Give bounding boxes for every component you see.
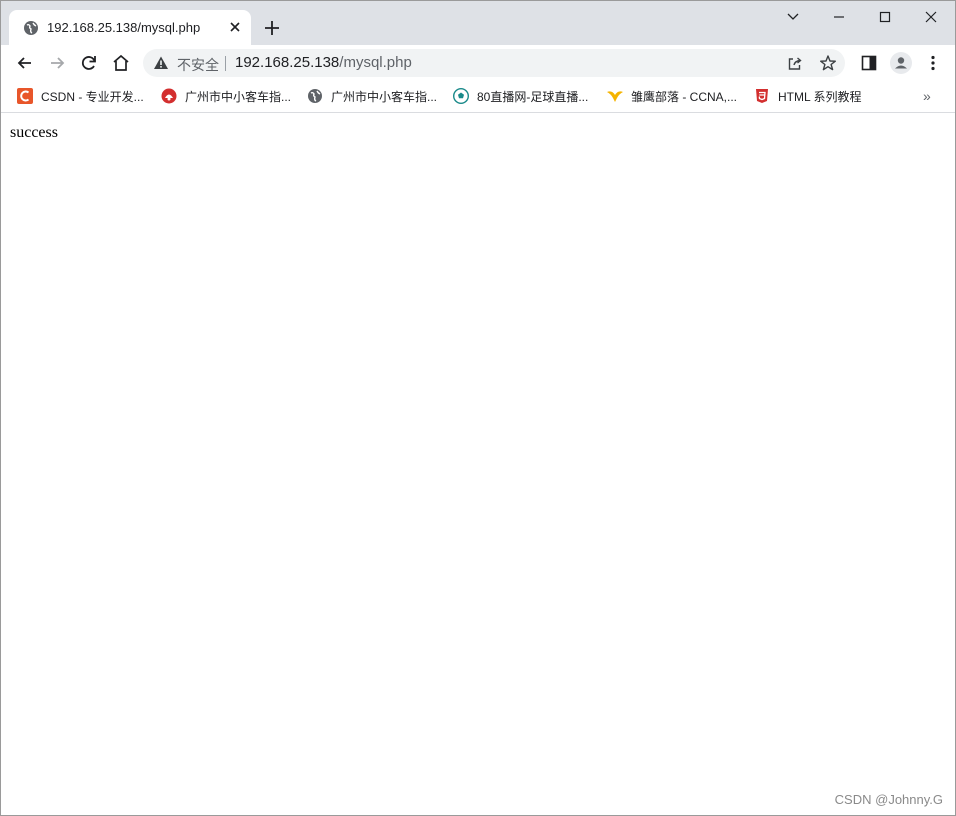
maximize-icon — [879, 11, 891, 23]
soccer-icon — [453, 88, 469, 104]
toolbar: 不安全 192.168.25.138/mysql.php — [1, 45, 955, 81]
tab-search-button[interactable] — [773, 5, 813, 29]
bookmark-star-icon[interactable] — [819, 54, 837, 72]
csdn-icon — [17, 88, 33, 104]
html-icon — [756, 89, 768, 103]
bookmark-label: 雏鹰部落 - CCNA,... — [631, 90, 738, 104]
url-text[interactable]: 192.168.25.138/mysql.php — [235, 54, 412, 71]
minimize-icon — [834, 16, 844, 18]
bookmark-label: HTML 系列教程 — [778, 90, 862, 104]
new-tab-icon[interactable] — [263, 19, 281, 37]
home-icon[interactable] — [111, 53, 131, 73]
close-window-button[interactable] — [911, 5, 951, 29]
url-host: 192.168.25.138 — [235, 54, 340, 71]
url-path: /mysql.php — [339, 54, 412, 71]
bookmark-label: CSDN - 专业开发... — [41, 90, 144, 104]
warning-icon[interactable] — [153, 55, 169, 71]
maximize-button[interactable] — [865, 5, 905, 29]
bookmarks-overflow-button[interactable]: » — [923, 88, 931, 104]
tab-title: 192.168.25.138/mysql.php — [47, 20, 201, 35]
omnibox-divider — [225, 56, 226, 71]
globe-icon — [308, 89, 322, 103]
car-plate-icon — [161, 88, 177, 104]
tab-strip: 192.168.25.138/mysql.php — [1, 1, 955, 45]
close-icon — [925, 11, 937, 23]
response-text: success — [10, 124, 58, 141]
tab-active[interactable]: 192.168.25.138/mysql.php — [9, 10, 251, 45]
bookmarks-bar: CSDN - 专业开发... 广州市中小客车指... 广州市中小客车指... 8… — [1, 81, 955, 113]
watermark: CSDN @Johnny.G — [834, 792, 943, 807]
chevron-down-icon — [787, 13, 799, 20]
bookmark-label: 广州市中小客车指... — [185, 90, 292, 104]
share-icon[interactable] — [787, 55, 803, 71]
browser-window: 192.168.25.138/mysql.php 不安全 192.168.25.… — [0, 0, 956, 816]
back-arrow-icon[interactable] — [15, 53, 35, 73]
reload-icon[interactable] — [79, 53, 99, 73]
profile-avatar-icon[interactable] — [889, 51, 913, 75]
eagle-icon — [607, 91, 623, 102]
security-label[interactable]: 不安全 — [177, 55, 219, 75]
globe-icon — [24, 21, 38, 35]
address-bar[interactable]: 不安全 192.168.25.138/mysql.php — [143, 49, 845, 77]
forward-arrow-icon[interactable] — [47, 53, 67, 73]
page-content: success CSDN @Johnny.G — [1, 113, 955, 815]
close-icon[interactable] — [227, 19, 243, 35]
bookmark-label: 广州市中小客车指... — [331, 90, 438, 104]
bookmark-label: 80直播网-足球直播... — [477, 90, 589, 104]
menu-dots-icon[interactable] — [923, 53, 943, 73]
minimize-button[interactable] — [819, 5, 859, 29]
side-panel-icon[interactable] — [859, 53, 879, 73]
